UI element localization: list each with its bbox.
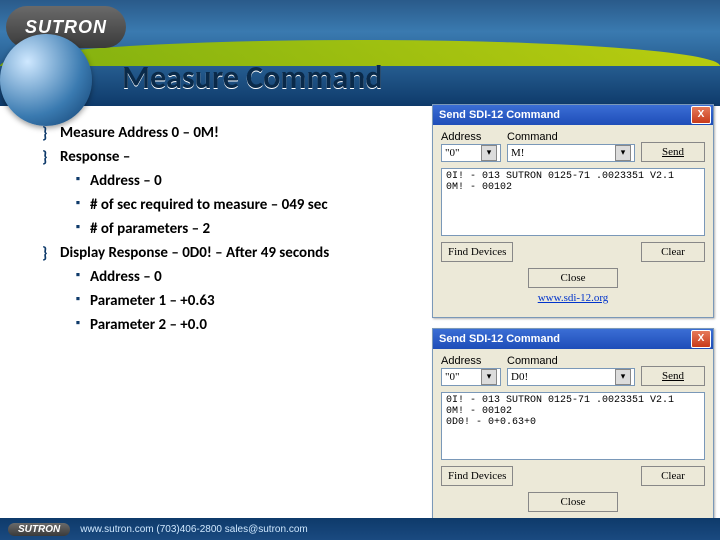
footer-logo: SUTRON [8, 523, 70, 536]
address-value: "0" [445, 147, 459, 159]
close-button[interactable]: Close [528, 268, 618, 288]
close-icon[interactable]: X [691, 106, 711, 124]
clear-button[interactable]: Clear [641, 242, 705, 262]
bullet-2a: Address – 0 [76, 172, 412, 190]
dialog1-titlebar: Send SDI-12 Command X [433, 105, 713, 125]
page-title: Measure Command [122, 58, 383, 97]
find-devices-button[interactable]: Find Devices [441, 242, 513, 262]
chevron-down-icon[interactable]: ▾ [615, 145, 631, 161]
dialog-send-sdi12-2: Send SDI-12 Command X Address "0" ▾ Comm… [432, 328, 714, 522]
address-combo[interactable]: "0" ▾ [441, 368, 501, 386]
address-value: "0" [445, 371, 459, 383]
bullet-3a: Address – 0 [76, 268, 412, 286]
sdi12-link[interactable]: www.sdi-12.org [441, 292, 705, 304]
output-textbox[interactable]: 0I! - 013 SUTRON 0125-71 .0023351 V2.1 0… [441, 168, 705, 236]
bullet-3c: Parameter 2 – +0.0 [76, 316, 412, 334]
chevron-down-icon[interactable]: ▾ [481, 369, 497, 385]
slide-body: Measure Address 0 – 0M! Response – Addre… [0, 110, 720, 518]
header-band: SUTRON Measure Command [0, 0, 720, 106]
dialog-send-sdi12-1: Send SDI-12 Command X Address "0" ▾ Comm… [432, 104, 714, 318]
dialog1-title: Send SDI-12 Command [439, 109, 560, 121]
command-value: M! [511, 147, 524, 159]
output-textbox[interactable]: 0I! - 013 SUTRON 0125-71 .0023351 V2.1 0… [441, 392, 705, 460]
address-label: Address [441, 355, 501, 367]
bullet-3: Display Response – 0D0! – After 49 secon… [42, 244, 412, 262]
dialog2-title: Send SDI-12 Command [439, 333, 560, 345]
bullet-2c: # of parameters – 2 [76, 220, 412, 238]
bullet-2: Response – [42, 148, 412, 166]
send-button[interactable]: Send [641, 366, 705, 386]
dialog2-titlebar: Send SDI-12 Command X [433, 329, 713, 349]
footer-bar: SUTRON www.sutron.com (703)406-2800 sale… [0, 518, 720, 540]
close-button[interactable]: Close [528, 492, 618, 512]
find-devices-button[interactable]: Find Devices [441, 466, 513, 486]
chevron-down-icon[interactable]: ▾ [615, 369, 631, 385]
chevron-down-icon[interactable]: ▾ [481, 145, 497, 161]
bullet-1: Measure Address 0 – 0M! [42, 124, 412, 142]
command-label: Command [507, 355, 635, 367]
address-label: Address [441, 131, 501, 143]
bullet-2b: # of sec required to measure – 049 sec [76, 196, 412, 214]
command-label: Command [507, 131, 635, 143]
clear-button[interactable]: Clear [641, 466, 705, 486]
footer-contact: www.sutron.com (703)406-2800 sales@sutro… [80, 524, 307, 535]
bullet-3b: Parameter 1 – +0.63 [76, 292, 412, 310]
bullet-list: Measure Address 0 – 0M! Response – Addre… [42, 124, 412, 334]
command-combo[interactable]: D0! ▾ [507, 368, 635, 386]
send-button[interactable]: Send [641, 142, 705, 162]
command-combo[interactable]: M! ▾ [507, 144, 635, 162]
close-icon[interactable]: X [691, 330, 711, 348]
command-value: D0! [511, 371, 528, 383]
address-combo[interactable]: "0" ▾ [441, 144, 501, 162]
